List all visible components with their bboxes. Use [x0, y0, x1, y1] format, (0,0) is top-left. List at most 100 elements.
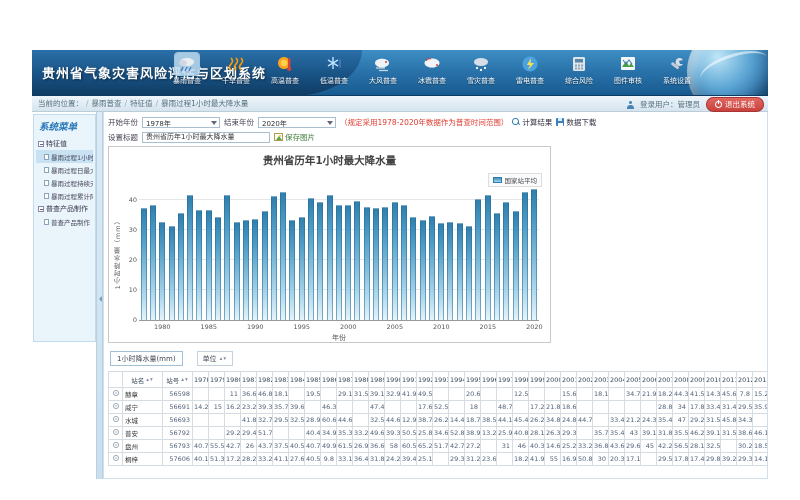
id-sort[interactable]: 站号 ▴▾: [166, 375, 189, 385]
data-download-button[interactable]: 数据下载: [556, 117, 596, 128]
value-cell: 31.5: [353, 388, 369, 401]
value-cell: 34: [673, 401, 689, 414]
station-radio[interactable]: [113, 403, 119, 409]
year-col-header: 1983: [273, 372, 289, 388]
nav-item-high-temp[interactable]: 高温普查: [264, 53, 306, 86]
year-col-header: 2003: [593, 372, 609, 388]
value-cell: 27.2: [465, 440, 481, 453]
sidebar-splitter[interactable]: [96, 112, 103, 479]
top-nav: 暴雨普查干旱普查高温普查 低温普查大风普查冰雹普查雪灾普查 雷电普查综合风险图件审核…: [166, 53, 698, 86]
nav-item-review[interactable]: 图件审核: [607, 53, 649, 86]
value-cell: 42.7: [225, 440, 241, 453]
value-cell: [481, 401, 497, 414]
year-col-header: 1992: [417, 372, 433, 388]
value-cell: 16.2: [225, 401, 241, 414]
station-name: 威宁: [123, 401, 163, 414]
menu-item[interactable]: 暴雨过程持续天数: [36, 176, 93, 189]
bar-1994: [289, 220, 295, 320]
value-cell: 31.2: [465, 453, 481, 466]
menu-item[interactable]: 暴雨过程1小时最大降水量: [36, 150, 93, 163]
bar-1990: [252, 219, 258, 320]
bar-2000: [345, 205, 351, 320]
nav-item-wind[interactable]: 大风普查: [362, 53, 404, 86]
end-year-select[interactable]: 2020年: [258, 117, 336, 128]
chart-title-label: 设置标题: [108, 132, 138, 143]
toolbar-row-1: 开始年份 1978年 结束年份 2020年 （规定采用1978-2020年数据作…: [108, 115, 763, 129]
nav-item-low-temp[interactable]: 低温普查: [313, 53, 355, 86]
nav-item-rainstorm[interactable]: 暴雨普查: [166, 53, 208, 86]
value-cell: 38.7: [417, 414, 433, 427]
save-image-button[interactable]: 保存图片: [274, 132, 315, 143]
value-cell: [433, 453, 449, 466]
menu-item[interactable]: 暴雨过程累计降水量: [36, 189, 93, 202]
year-col-header: 2005: [625, 372, 641, 388]
nav-item-hail[interactable]: 冰雹普查: [411, 53, 453, 86]
value-cell: [481, 440, 497, 453]
nav-label: 高温普查: [271, 76, 299, 86]
value-cell: 17.8: [673, 453, 689, 466]
menu-group-1[interactable]: 普查产品制作: [36, 202, 93, 215]
nav-item-risk[interactable]: 综合风险: [558, 53, 600, 86]
station-sort[interactable]: 站名 ▴▾: [131, 375, 154, 385]
nav-item-lightning[interactable]: 雷电普查: [509, 53, 551, 86]
menu-group-0[interactable]: 特征值: [36, 137, 93, 150]
value-cell: 52.8: [449, 427, 465, 440]
value-cell: 33.4: [609, 414, 625, 427]
year-col-header: 1996: [481, 372, 497, 388]
bar-2018: [513, 211, 519, 320]
station-radio[interactable]: [113, 429, 119, 435]
value-cell: [225, 414, 241, 427]
year-col-header: 1994: [449, 372, 465, 388]
breadcrumb-item[interactable]: 暴雨普查: [92, 99, 122, 108]
nav-label: 雪灾普查: [467, 76, 495, 86]
breadcrumb-item[interactable]: 特征值: [130, 99, 153, 108]
x-tick-label: 2000: [340, 323, 357, 331]
bar-1987: [224, 195, 230, 320]
chart-title-input[interactable]: [142, 132, 270, 143]
nav-item-drought[interactable]: 干旱普查: [215, 53, 257, 86]
value-cell: [641, 401, 657, 414]
value-cell: 29.5: [737, 401, 753, 414]
review-icon: [616, 53, 640, 75]
x-axis-ticks: 198019851990199520002005201020152020: [139, 323, 539, 331]
bar-2008: [420, 220, 426, 320]
bar-2019: [522, 192, 528, 320]
station-radio[interactable]: [113, 416, 119, 422]
value-cell: 28.2: [241, 453, 257, 466]
value-cell: [193, 427, 209, 440]
value-cell: 9.8: [321, 453, 337, 466]
menu-item[interactable]: 普查产品制作: [36, 215, 93, 228]
breadcrumb-item[interactable]: 暴雨过程1小时最大降水量: [161, 99, 248, 108]
logout-button[interactable]: 退出系统: [706, 97, 764, 112]
bar-2006: [401, 205, 407, 320]
value-cell: [753, 414, 769, 427]
station-radio[interactable]: [113, 442, 119, 448]
value-cell: 34.9: [321, 427, 337, 440]
value-cell: 31.5: [705, 414, 721, 427]
value-cell: 44.7: [577, 414, 593, 427]
value-cell: 60.6: [321, 414, 337, 427]
system-menu-title: 系统菜单: [36, 117, 93, 137]
nav-item-settings[interactable]: 系统设置: [656, 53, 698, 86]
station-radio[interactable]: [113, 455, 119, 461]
value-cell: 26: [241, 440, 257, 453]
value-cell: 29.8: [705, 453, 721, 466]
table-row: 普安5679229.229.451.740.434.935.333.249.63…: [109, 427, 769, 440]
station-radio[interactable]: [113, 390, 119, 396]
value-cell: 39.2: [721, 453, 737, 466]
start-year-select[interactable]: 1978年: [142, 117, 220, 128]
x-tick-label: 2015: [480, 323, 497, 331]
year-col-header: 1991: [401, 372, 417, 388]
value-cell: 31.8: [369, 453, 385, 466]
year-col-header: 2011: [721, 372, 737, 388]
nav-item-snow[interactable]: 雪灾普查: [460, 53, 502, 86]
y-axis-label: 1小时降水量（mm）: [113, 217, 123, 289]
menu-item[interactable]: 暴雨过程日最大降水量: [36, 163, 93, 176]
unit-sort-control[interactable]: 单位 ▴▾: [197, 351, 234, 366]
bar-1979: [150, 205, 156, 320]
nav-label: 系统设置: [663, 76, 691, 86]
value-cell: [625, 401, 641, 414]
value-cell: 41.1: [273, 453, 289, 466]
calc-result-button[interactable]: 计算结果: [512, 117, 552, 128]
value-cell: 24.8: [561, 414, 577, 427]
